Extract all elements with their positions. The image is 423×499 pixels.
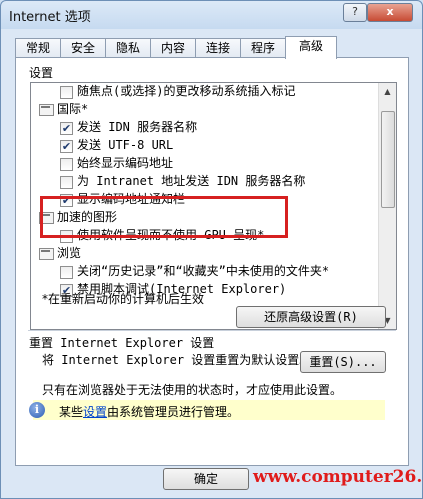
- list-item-label: 始终显示编码地址: [77, 156, 174, 170]
- ok-button[interactable]: 确定: [163, 468, 249, 490]
- tab-advanced[interactable]: 高级: [285, 36, 337, 59]
- settings-link[interactable]: 设置: [83, 405, 107, 419]
- scroll-up-icon[interactable]: ▲: [379, 83, 396, 100]
- tab-connections[interactable]: 连接: [195, 38, 241, 58]
- checkbox[interactable]: [60, 266, 73, 279]
- close-button[interactable]: x: [367, 3, 413, 22]
- reset-heading: 重置 Internet Explorer 设置: [29, 336, 215, 350]
- checkbox[interactable]: [60, 86, 73, 99]
- restore-advanced-button[interactable]: 还原高级设置(R): [236, 306, 386, 328]
- window-title: Internet 选项: [9, 10, 91, 25]
- vertical-scrollbar[interactable]: ▲ ▼: [378, 83, 396, 329]
- help-button[interactable]: ?: [343, 3, 367, 22]
- list-item-label: 为 Intranet 地址发送 IDN 服务器名称: [77, 174, 306, 188]
- highlight-box: [40, 196, 288, 238]
- internet-options-window: Internet 选项 ? x 常规 安全 隐私 内容 连接 程序 高级 设置 …: [0, 0, 423, 499]
- category-label: 浏览: [57, 246, 82, 260]
- settings-group-label: 设置: [29, 66, 54, 80]
- reset-description: 将 Internet Explorer 设置重置为默认设置。: [42, 353, 312, 367]
- category-icon: [39, 248, 54, 260]
- tab-security[interactable]: 安全: [60, 38, 106, 58]
- checkbox[interactable]: [60, 158, 73, 171]
- admin-notice-text: 某些设置由系统管理员进行管理。: [59, 403, 239, 420]
- checkbox[interactable]: [60, 176, 73, 189]
- tab-programs[interactable]: 程序: [240, 38, 286, 58]
- tab-content[interactable]: 内容: [150, 38, 196, 58]
- restart-note: *在重新启动你的计算机后生效: [42, 292, 205, 306]
- info-icon: i: [29, 402, 45, 418]
- list-item-label: 关闭“历史记录”和“收藏夹”中未使用的文件夹*: [77, 264, 330, 278]
- divider: [28, 330, 396, 331]
- list-item-label: 发送 UTF-8 URL: [77, 138, 174, 152]
- title-bar[interactable]: Internet 选项 ? x: [1, 1, 422, 29]
- tab-general[interactable]: 常规: [15, 38, 61, 58]
- reset-button[interactable]: 重置(S)...: [300, 351, 386, 373]
- reset-note: 只有在浏览器处于无法使用的状态时，才应使用此设置。: [42, 383, 343, 397]
- tab-privacy[interactable]: 隐私: [105, 38, 151, 58]
- checkbox[interactable]: ✔: [60, 122, 73, 135]
- watermark: www.computer26.com: [253, 467, 423, 487]
- admin-notice-prefix: 某些: [59, 405, 84, 419]
- admin-notice-suffix: 由系统管理员进行管理。: [107, 405, 240, 419]
- list-item-label: 发送 IDN 服务器名称: [77, 120, 198, 134]
- category-label: 国际*: [57, 102, 89, 116]
- checkbox[interactable]: ✔: [60, 140, 73, 153]
- category-icon: [39, 104, 54, 116]
- list-item-label: 随焦点(或选择)的更改移动系统插入标记: [77, 84, 296, 98]
- scroll-thumb[interactable]: [381, 111, 395, 208]
